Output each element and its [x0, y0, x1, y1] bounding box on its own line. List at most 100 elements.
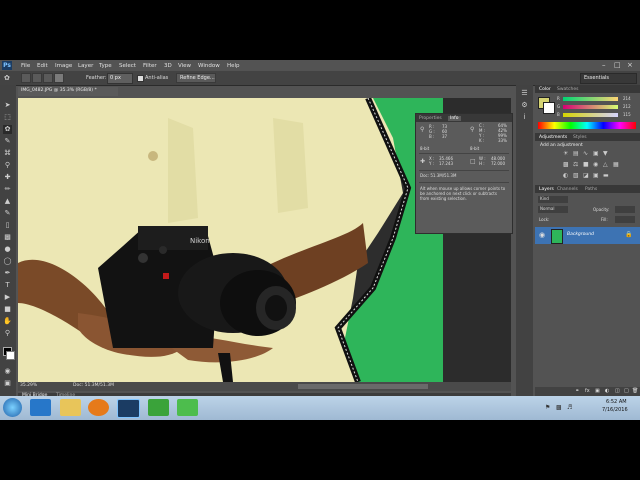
background-color-swatch[interactable] — [6, 351, 15, 360]
path-selection-tool-icon[interactable]: ▶ — [3, 293, 12, 302]
color-background-swatch[interactable] — [543, 102, 555, 114]
camtasia-recorder-icon[interactable] — [148, 399, 169, 416]
menu-window[interactable]: Window — [198, 63, 220, 69]
hand-tool-icon[interactable]: ✋ — [3, 317, 12, 326]
menu-view[interactable]: View — [178, 63, 191, 69]
color-balance-icon[interactable]: ⚖ — [573, 161, 578, 168]
crop-tool-icon[interactable]: ⌘ — [3, 149, 12, 158]
quick-selection-tool-icon[interactable]: ✎ — [3, 137, 12, 146]
refine-edge-button[interactable]: Refine Edge... — [176, 73, 216, 83]
healing-brush-tool-icon[interactable]: ✚ — [3, 173, 12, 182]
channel-mixer-icon[interactable]: △ — [603, 161, 608, 168]
tab-channels[interactable]: Channels — [557, 187, 578, 192]
black-white-icon[interactable]: ■ — [583, 161, 589, 168]
eraser-tool-icon[interactable]: ▯ — [3, 221, 12, 230]
brightness-contrast-icon[interactable]: ☀ — [563, 150, 568, 157]
taskbar-date[interactable]: 7/16/2016 — [602, 408, 628, 413]
tab-properties[interactable]: Properties — [419, 116, 442, 121]
media-player-icon[interactable] — [88, 399, 109, 416]
zoom-tool-icon[interactable]: ⚲ — [3, 329, 12, 338]
horizontal-scrollbar[interactable] — [298, 384, 428, 389]
menu-filter[interactable]: Filter — [143, 63, 157, 69]
new-group-icon[interactable]: ◫ — [615, 389, 620, 394]
curves-icon[interactable]: ∿ — [583, 150, 588, 157]
dodge-tool-icon[interactable]: ◯ — [3, 257, 12, 266]
green-slider[interactable] — [563, 105, 618, 109]
blend-mode-select[interactable]: Normal — [538, 206, 568, 213]
color-b-value[interactable]: 115 — [623, 113, 631, 117]
color-g-value[interactable]: 212 — [623, 105, 631, 109]
tray-network-icon[interactable]: ▩ — [556, 404, 562, 411]
lasso-tool-icon[interactable]: ✿ — [3, 125, 12, 134]
menu-image[interactable]: Image — [55, 63, 72, 69]
posterize-icon[interactable]: ▧ — [573, 172, 579, 179]
shape-tool-icon[interactable]: ■ — [3, 305, 12, 314]
type-tool-icon[interactable]: T — [3, 281, 12, 290]
document-tab[interactable]: IMG_0482.JPG @ 35.3% (RGB/8) * — [18, 87, 118, 96]
selective-color-icon[interactable]: ▣ — [593, 172, 599, 179]
file-explorer-icon[interactable] — [60, 399, 81, 416]
brush-tool-icon[interactable]: ✏ — [3, 185, 12, 194]
new-selection-icon[interactable] — [21, 73, 31, 83]
close-icon[interactable]: × — [627, 61, 633, 69]
quick-mask-icon[interactable]: ◉ — [3, 367, 12, 376]
blue-slider[interactable] — [563, 113, 618, 117]
gradient-map-icon[interactable]: ▬ — [603, 172, 609, 179]
add-mask-icon[interactable]: ▣ — [595, 389, 600, 394]
tab-layers[interactable]: Layers — [539, 187, 554, 192]
invert-icon[interactable]: ◐ — [563, 172, 568, 179]
lasso-tool-preset-icon[interactable]: ✿ — [4, 74, 10, 82]
menu-select[interactable]: Select — [119, 63, 136, 69]
hue-saturation-icon[interactable]: ▩ — [563, 161, 569, 168]
layer-row-background[interactable]: ◉ Background 🔒 — [535, 227, 640, 244]
opacity-input[interactable] — [615, 206, 635, 213]
layer-name[interactable]: Background — [567, 232, 594, 238]
minimize-icon[interactable]: – — [602, 61, 606, 69]
feather-input[interactable]: 0 px — [107, 73, 133, 84]
tab-paths[interactable]: Paths — [585, 187, 597, 192]
layer-visibility-eye-icon[interactable]: ◉ — [539, 231, 545, 239]
eyedropper-tool-icon[interactable]: ⚲ — [3, 161, 12, 170]
color-lookup-icon[interactable]: ▦ — [613, 161, 619, 168]
add-layer-style-icon[interactable]: fx — [585, 389, 590, 394]
subtract-selection-icon[interactable] — [43, 73, 53, 83]
menu-3d[interactable]: 3D — [164, 63, 172, 69]
taskbar-time[interactable]: 6:52 AM — [606, 400, 627, 405]
menu-layer[interactable]: Layer — [78, 63, 93, 69]
photoshop-taskbar-icon[interactable] — [117, 399, 140, 418]
new-layer-icon[interactable]: □ — [624, 389, 629, 394]
red-slider[interactable] — [563, 97, 618, 101]
tab-styles[interactable]: Styles — [573, 135, 587, 140]
menu-help[interactable]: Help — [227, 63, 240, 69]
new-fill-layer-icon[interactable]: ◐ — [605, 389, 609, 394]
link-layers-icon[interactable]: ⚭ — [575, 389, 579, 394]
photo-filter-icon[interactable]: ◉ — [593, 161, 598, 168]
tab-color[interactable]: Color — [539, 87, 551, 92]
info-panel-icon[interactable]: i — [520, 113, 529, 122]
menu-edit[interactable]: Edit — [37, 63, 48, 69]
tab-info[interactable]: Info — [448, 116, 461, 121]
properties-panel-icon[interactable]: ⚙ — [520, 101, 529, 110]
add-to-selection-icon[interactable] — [32, 73, 42, 83]
antialias-checkbox[interactable] — [137, 75, 144, 82]
fill-input[interactable] — [615, 216, 635, 223]
levels-icon[interactable]: ▤ — [573, 150, 579, 157]
menu-type[interactable]: Type — [99, 63, 112, 69]
exposure-icon[interactable]: ▣ — [593, 150, 599, 157]
start-button[interactable] — [3, 398, 22, 417]
camtasia-studio-icon[interactable] — [177, 399, 198, 416]
vibrance-icon[interactable]: ▼ — [603, 150, 608, 157]
color-r-value[interactable]: 214 — [623, 97, 631, 101]
delete-layer-icon[interactable]: 🗑 — [632, 389, 638, 394]
maximize-icon[interactable]: □ — [614, 61, 621, 69]
marquee-tool-icon[interactable]: ⬚ — [3, 113, 12, 122]
gradient-tool-icon[interactable]: ▩ — [3, 233, 12, 242]
threshold-icon[interactable]: ◪ — [583, 172, 589, 179]
history-panel-icon[interactable]: ☰ — [520, 89, 529, 98]
workspace-switcher[interactable]: Essentials — [580, 73, 637, 84]
move-tool-icon[interactable]: ➤ — [3, 101, 12, 110]
layer-filter-select[interactable]: Kind — [538, 196, 568, 203]
internet-explorer-icon[interactable] — [30, 399, 51, 416]
intersect-selection-icon[interactable] — [54, 73, 64, 83]
blur-tool-icon[interactable]: ● — [3, 245, 12, 254]
